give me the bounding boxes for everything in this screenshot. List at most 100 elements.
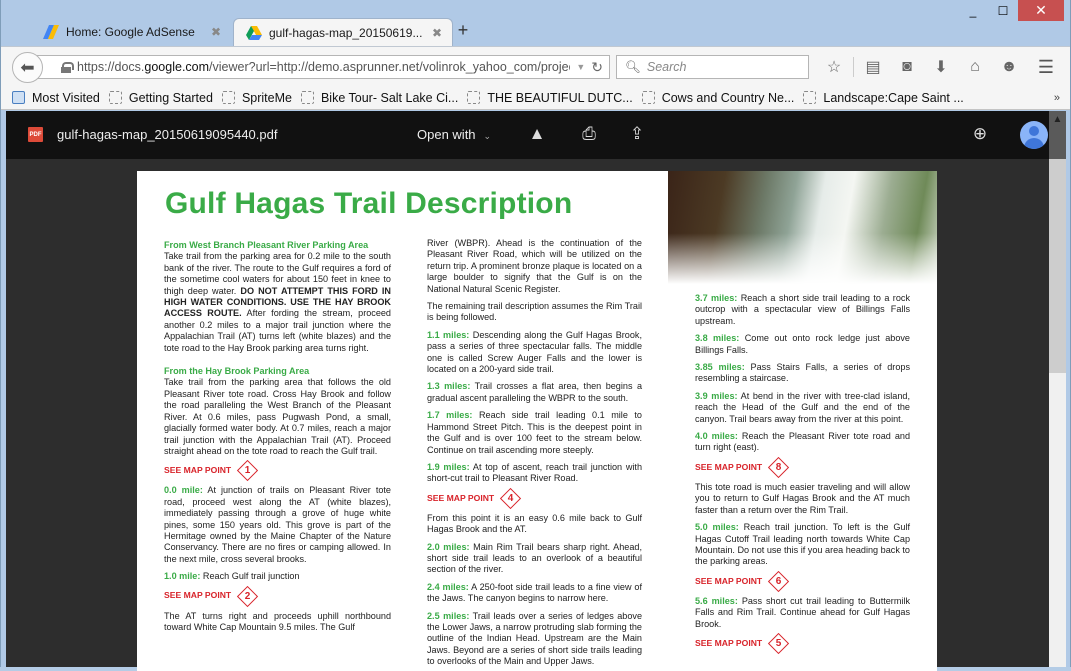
paragraph: River (WBPR). Ahead is the continuation … <box>427 238 642 294</box>
navigation-bar: https://docs.google.com/viewer?url=http:… <box>1 46 1070 86</box>
trail-entry: 3.7 miles: Reach a short side trail lead… <box>695 293 910 326</box>
url-dropdown-icon[interactable]: ▼ <box>576 62 585 72</box>
back-button[interactable]: ⬅ <box>12 52 43 83</box>
pdf-viewer: PDF gulf-hagas-map_20150619095440.pdf Op… <box>6 111 1049 671</box>
adsense-icon <box>43 25 59 39</box>
bookmark-item[interactable]: Bike Tour- Salt Lake Ci... <box>300 91 458 105</box>
bookmark-star-icon[interactable]: ☆ <box>817 57 851 77</box>
viewer-toolbar: PDF gulf-hagas-map_20150619095440.pdf Op… <box>6 111 1049 159</box>
trail-entry: 5.0 miles: Reach trail junction. To left… <box>695 522 910 567</box>
scrollbar-thumb[interactable] <box>1049 159 1066 373</box>
see-map-point-2: SEE MAP POINT 2 <box>164 585 391 607</box>
tab-label: Home: Google AdSense <box>66 25 195 39</box>
lock-icon <box>61 61 74 73</box>
paragraph: The remaining trail description assumes … <box>427 301 642 323</box>
paragraph: From this point it is an easy 0.6 mile b… <box>427 512 642 535</box>
bookmark-icon <box>803 91 817 104</box>
document-title: Gulf Hagas Trail Description <box>165 187 573 220</box>
bookmarks-bar: Most Visited Getting Started SpriteMe Bi… <box>1 86 1070 110</box>
account-avatar[interactable] <box>1020 121 1048 149</box>
trail-entry: 2.5 miles: Trail leads over a series of … <box>427 610 643 667</box>
trail-entry: 2.0 miles: Main Rim Trail bears sharp ri… <box>427 541 642 575</box>
toolbar-icons: ☆ ▤ ◙ ⬇ ⌂ ☻ <box>817 55 1026 79</box>
divider <box>853 57 854 77</box>
tab-pdf[interactable]: gulf-hagas-map_20150619... ✖ <box>233 18 453 46</box>
trail-entry: 5.6 miles: Pass short cut trail leading … <box>695 595 910 629</box>
url-text[interactable]: https://docs.google.com/viewer?url=http:… <box>77 60 570 74</box>
trail-entry: 0.0 mile: At junction of trails on Pleas… <box>164 485 391 564</box>
chevron-down-icon: ⌄ <box>483 131 492 141</box>
close-tab-icon[interactable]: ✖ <box>432 26 452 40</box>
zoom-in-icon[interactable]: ⊕ <box>969 124 991 144</box>
see-map-point-1: SEE MAP POINT 1 <box>164 460 391 482</box>
trail-entry: 1.1 miles: Descending along the Gulf Hag… <box>427 329 642 375</box>
map-point-diamond-icon: 5 <box>768 632 790 655</box>
map-point-diamond-icon: 4 <box>500 487 522 509</box>
print-icon[interactable]: ⎙ <box>578 124 600 144</box>
tab-bar: Home: Google AdSense ✖ gulf-hagas-map_20… <box>1 18 1070 46</box>
reading-list-icon[interactable]: ▤ <box>856 57 890 77</box>
trail-entry: 3.9 miles: At bend in the river with tre… <box>695 390 910 424</box>
map-point-diamond-icon: 2 <box>237 585 259 607</box>
open-in-new-window-icon[interactable]: ⇪ <box>626 124 648 144</box>
trail-entry: 1.3 miles: Trail crosses a flat area, th… <box>427 381 642 403</box>
back-arrow-icon: ⬅ <box>20 57 35 77</box>
pocket-icon[interactable]: ◙ <box>890 58 924 76</box>
section-heading: From the Hay Brook Parking Area <box>164 366 310 377</box>
map-point-diamond-icon: 8 <box>768 456 790 478</box>
bookmark-most-visited[interactable]: Most Visited <box>12 91 100 105</box>
trail-entry: 1.7 miles: Reach side trail leading 0.1 … <box>427 410 642 455</box>
most-visited-icon <box>12 91 25 104</box>
bookmarks-overflow-icon[interactable]: » <box>1054 92 1060 104</box>
bookmark-item[interactable]: Landscape:Cape Saint ... <box>803 91 964 105</box>
search-placeholder: Search <box>646 60 687 74</box>
bookmark-item[interactable]: Cows and Country Ne... <box>641 91 794 105</box>
section-hay-brook: From the Hay Brook Parking Area Take tra… <box>164 366 391 456</box>
bookmark-item[interactable]: THE BEAUTIFUL DUTC... <box>467 91 633 105</box>
section-heading: From West Branch Pleasant River Parking … <box>164 240 369 250</box>
reload-icon[interactable]: ↻ <box>591 59 603 76</box>
home-icon[interactable]: ⌂ <box>958 58 992 76</box>
browser-window: _ ☐ ✕ Home: Google AdSense ✖ gulf-hagas-… <box>0 0 1071 671</box>
column-2: River (WBPR). Ahead is the continuation … <box>427 238 642 671</box>
bookmark-item[interactable]: SpriteMe <box>221 91 292 105</box>
url-bar[interactable]: https://docs.google.com/viewer?url=http:… <box>37 55 610 79</box>
bookmark-icon <box>108 91 122 104</box>
see-map-point-8: SEE MAP POINT 8 <box>695 456 910 478</box>
scroll-up-icon[interactable]: ▲ <box>1049 111 1066 159</box>
see-map-point-6: SEE MAP POINT 6 <box>695 570 910 592</box>
paragraph: The AT turns right and proceeds uphill n… <box>164 610 391 632</box>
bookmark-icon <box>221 91 235 104</box>
file-name: gulf-hagas-map_20150619095440.pdf <box>57 127 278 142</box>
add-to-drive-icon[interactable]: ▲ <box>526 124 548 144</box>
bookmark-icon <box>641 91 655 104</box>
tab-adsense[interactable]: Home: Google AdSense ✖ <box>31 18 231 46</box>
map-point-diamond-icon: 1 <box>237 460 259 482</box>
bookmark-item[interactable]: Getting Started <box>108 91 213 105</box>
trail-entry: 2.4 miles: A 250-foot side trail leads t… <box>427 581 642 604</box>
column-3: 3.7 miles: Reach a short side trail lead… <box>695 293 910 658</box>
open-with-button[interactable]: Open with ⌄ <box>417 127 491 142</box>
waterfall-photo <box>668 171 937 284</box>
vertical-scrollbar[interactable]: ▲ <box>1049 111 1066 667</box>
map-point-diamond-icon: 6 <box>768 570 790 592</box>
see-map-point-5: SEE MAP POINT 5 <box>695 632 910 655</box>
trail-entry: 1.9 miles: At top of ascent, reach trail… <box>427 461 643 484</box>
chat-icon[interactable]: ☻ <box>992 58 1026 76</box>
trail-entry: 3.8 miles: Come out onto rock ledge just… <box>695 333 910 355</box>
new-tab-button[interactable]: + <box>453 20 473 41</box>
hamburger-menu-icon[interactable]: ☰ <box>1038 57 1054 78</box>
search-input[interactable]: 🔍︎ Search <box>616 55 809 79</box>
bookmark-icon <box>300 91 314 104</box>
trail-entry: 4.0 miles: Reach the Pleasant River tote… <box>695 431 911 453</box>
trail-entry: 3.85 miles: Pass Stairs Falls, a series … <box>695 362 910 384</box>
trail-entry: 1.0 mile: Reach Gulf trail junction <box>164 571 300 582</box>
pdf-page: Gulf Hagas Trail Description From West B… <box>137 171 937 671</box>
search-icon: 🔍︎ <box>625 59 641 74</box>
bookmark-icon <box>467 91 481 104</box>
column-1: From West Branch Pleasant River Parking … <box>164 240 391 639</box>
see-map-point-4: SEE MAP POINT 4 <box>427 487 642 509</box>
close-tab-icon[interactable]: ✖ <box>211 25 231 39</box>
download-icon[interactable]: ⬇ <box>924 57 958 77</box>
google-drive-icon <box>246 25 262 40</box>
